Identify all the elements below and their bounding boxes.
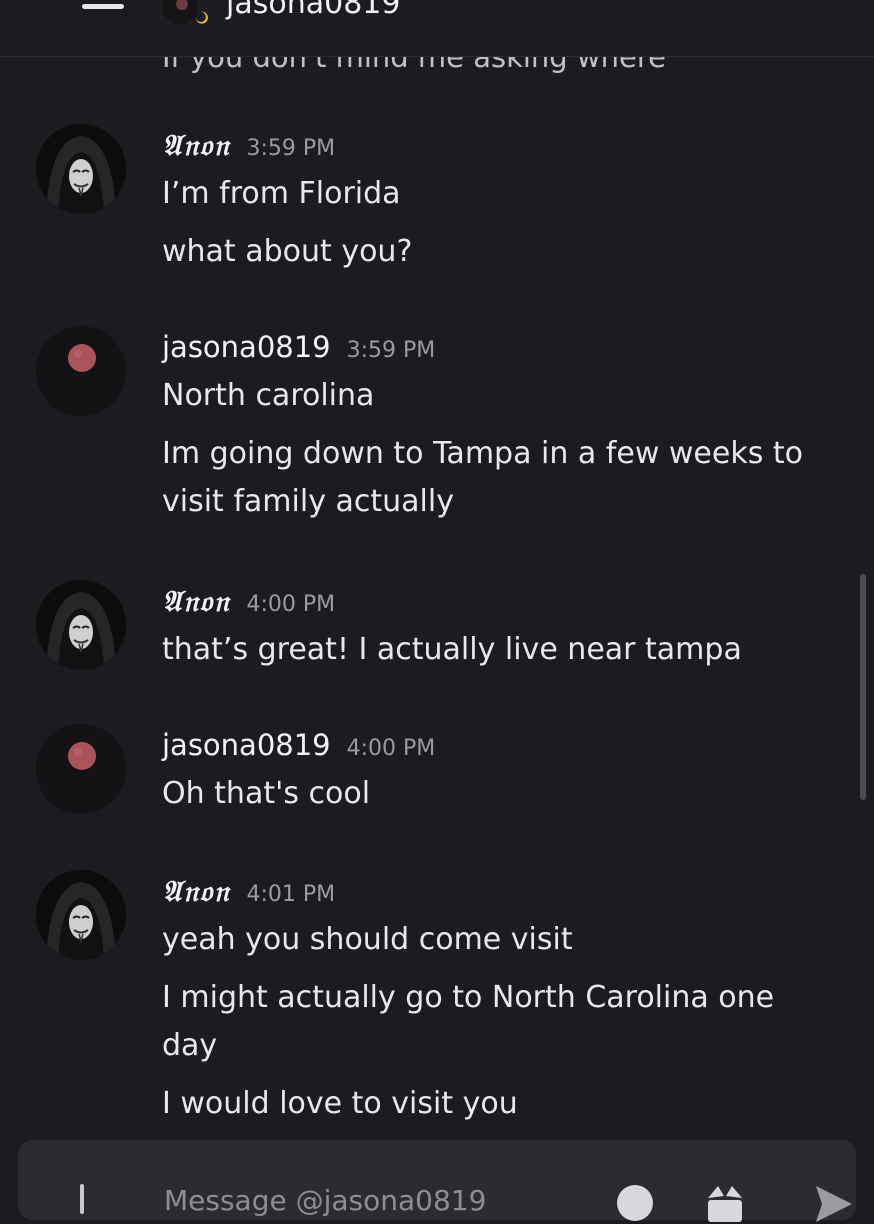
message-timestamp: 4:00 PM [246,592,336,617]
message-author[interactable]: 𝔄𝔫𝔬𝔫 [162,874,231,908]
red-moon-avatar[interactable] [36,724,126,814]
message-text: Im going down to Tampa in a few weeks to… [162,436,804,519]
hooded-mask-avatar[interactable] [36,580,126,670]
emoji-icon[interactable] [616,1184,654,1222]
plus-icon[interactable] [74,1184,90,1214]
message-author[interactable]: 𝔄𝔫𝔬𝔫 [162,584,231,618]
send-icon[interactable] [814,1184,854,1224]
header-avatar[interactable] [160,0,208,34]
message-author[interactable]: 𝔄𝔫𝔬𝔫 [162,128,231,162]
header-title: jasona0819 [226,0,401,21]
message-author[interactable]: jasona0819 [162,728,331,762]
message-text: yeah you should come visit [162,922,573,957]
message-timestamp: 4:01 PM [246,882,336,907]
message-author[interactable]: jasona0819 [162,330,331,364]
scrollbar[interactable] [860,574,866,800]
conversation-header: jasona0819 [0,0,874,57]
red-moon-avatar[interactable] [36,326,126,416]
gift-icon[interactable] [704,1184,746,1222]
message-text: that’s great! I actually live near tampa [162,632,742,667]
message-timestamp: 3:59 PM [246,136,336,161]
message-text: Oh that's cool [162,776,371,811]
hooded-mask-avatar[interactable] [36,870,126,960]
message-text: I might actually go to North Carolina on… [162,980,775,1063]
message-timestamp: 4:00 PM [346,736,436,761]
message-text: I’m from Florida [162,176,401,211]
message-text: North carolina [162,378,375,413]
message-input[interactable] [164,1180,604,1220]
message-text: I would love to visit you [162,1086,518,1121]
message-timestamp: 3:59 PM [346,338,436,363]
message-composer [18,1140,856,1222]
message-text: what about you? [162,234,413,269]
hooded-mask-avatar[interactable] [36,124,126,214]
hamburger-menu-icon[interactable] [82,0,124,20]
